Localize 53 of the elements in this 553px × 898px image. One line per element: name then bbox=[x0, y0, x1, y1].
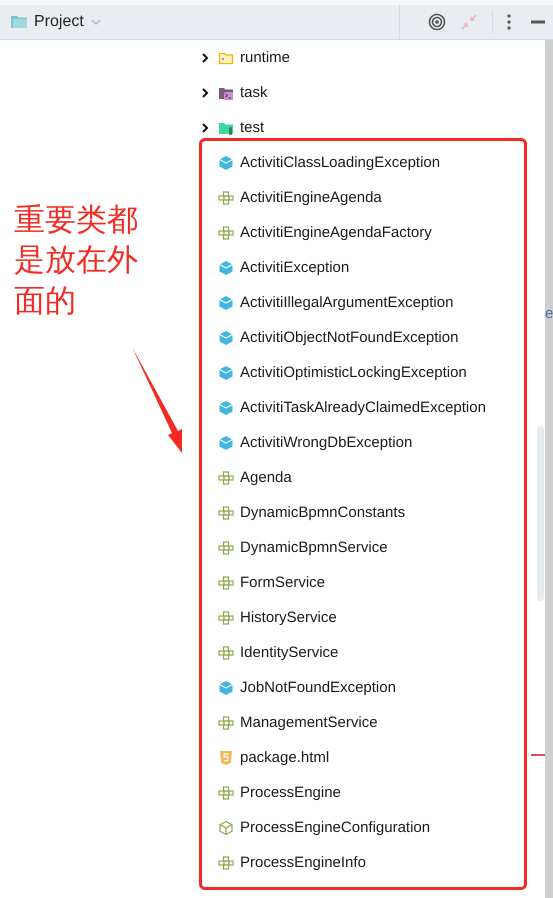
interface-icon bbox=[218, 854, 234, 870]
cube-icon bbox=[218, 260, 234, 276]
file-label[interactable]: IdentityService bbox=[240, 644, 338, 661]
interface-icon bbox=[218, 504, 234, 520]
file-label[interactable]: ActivitiEngineAgenda bbox=[240, 189, 382, 206]
interface-icon bbox=[218, 644, 234, 660]
target-icon[interactable] bbox=[428, 13, 446, 31]
file-label[interactable]: DynamicBpmnService bbox=[240, 539, 388, 556]
folder-label[interactable]: task bbox=[240, 84, 268, 101]
file-label[interactable]: ManagementService bbox=[240, 714, 378, 731]
file-label[interactable]: ActivitiClassLoadingException bbox=[240, 154, 440, 171]
interface-icon bbox=[218, 540, 234, 556]
file-label[interactable]: ProcessEngineInfo bbox=[240, 854, 366, 871]
cube-icon bbox=[218, 154, 234, 170]
cube-icon bbox=[218, 680, 234, 696]
file-label[interactable]: Agenda bbox=[240, 469, 292, 486]
file-label[interactable]: ActivitiException bbox=[240, 259, 350, 276]
cube-icon bbox=[218, 400, 234, 416]
folder-label[interactable]: test bbox=[240, 119, 264, 136]
scrollbar-thumb[interactable] bbox=[537, 426, 544, 601]
html-file-icon bbox=[218, 750, 234, 766]
panel-title[interactable]: Project bbox=[34, 13, 84, 31]
file-label[interactable]: package.html bbox=[240, 749, 330, 766]
file-label[interactable]: ProcessEngine bbox=[240, 784, 341, 801]
cube-icon bbox=[218, 330, 234, 346]
file-label[interactable]: ProcessEngineConfiguration bbox=[240, 819, 430, 836]
file-label[interactable]: JobNotFoundException bbox=[240, 679, 396, 696]
cube-icon bbox=[218, 434, 234, 450]
file-label[interactable]: ActivitiTaskAlreadyClaimedException bbox=[240, 399, 486, 416]
folder-icon bbox=[10, 13, 28, 31]
cube-icon bbox=[218, 364, 234, 380]
annotation-text: 重要类都是放在外面的 bbox=[14, 201, 138, 320]
minimize-icon[interactable] bbox=[531, 20, 545, 24]
cube-icon bbox=[218, 294, 234, 310]
file-label[interactable]: ActivitiOptimisticLockingException bbox=[240, 364, 467, 381]
file-label[interactable]: ActivitiObjectNotFoundException bbox=[240, 329, 458, 346]
folder-label[interactable]: runtime bbox=[240, 49, 290, 66]
interface-icon bbox=[218, 224, 234, 240]
interface-icon bbox=[218, 470, 234, 486]
interface-icon bbox=[218, 714, 234, 730]
file-label[interactable]: ActivitiEngineAgendaFactory bbox=[240, 224, 432, 241]
file-label[interactable]: ActivitiIllegalArgumentException bbox=[240, 294, 454, 311]
cube-outline-icon bbox=[218, 820, 234, 836]
file-label[interactable]: FormService bbox=[240, 574, 326, 591]
interface-icon bbox=[218, 784, 234, 800]
more-options-icon[interactable] bbox=[507, 14, 511, 30]
interface-icon bbox=[218, 610, 234, 626]
interface-icon bbox=[218, 574, 234, 590]
interface-icon bbox=[218, 190, 234, 206]
file-label[interactable]: HistoryService bbox=[240, 609, 337, 626]
file-label[interactable]: ActivitiWrongDbException bbox=[240, 434, 412, 451]
side-panel-text: e bbox=[545, 305, 553, 322]
file-label[interactable]: DynamicBpmnConstants bbox=[240, 504, 406, 521]
